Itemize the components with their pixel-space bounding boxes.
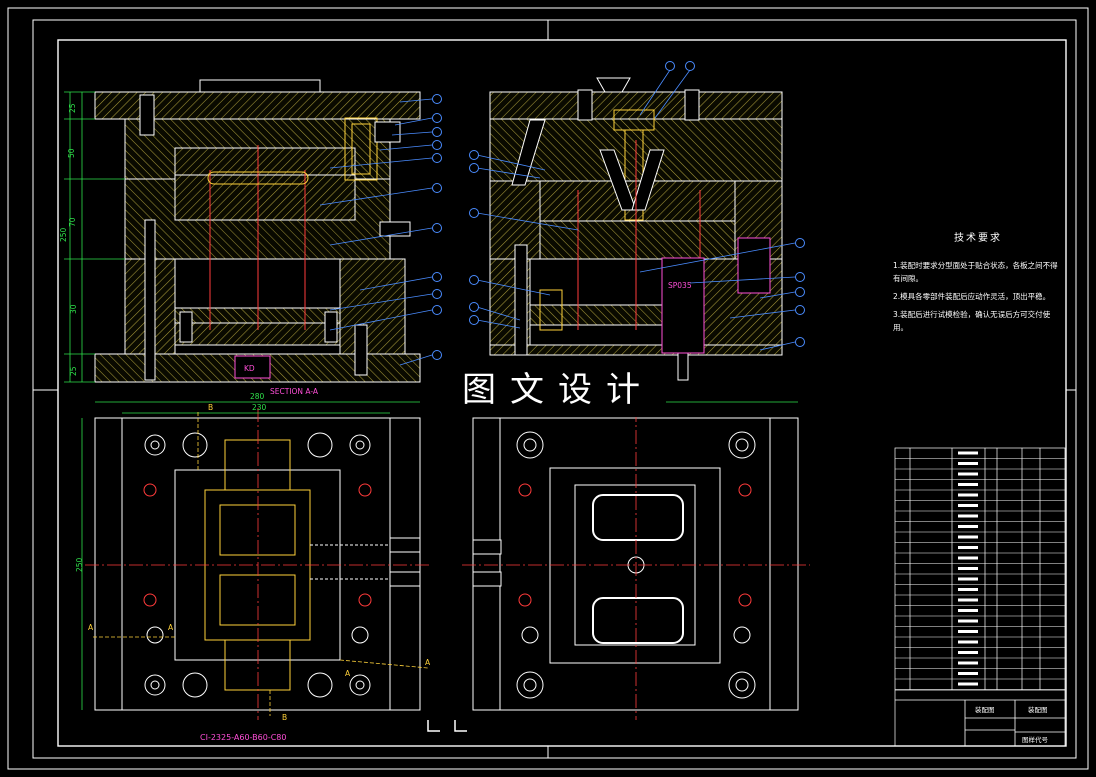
note-item-2: 2.模具各零部件装配后应动作灵活，顶出平稳。: [893, 292, 1051, 301]
bom-cell-mark: [958, 567, 978, 570]
title-block-left: 装配图: [975, 705, 995, 714]
technical-requirements: 技术要求 1.装配时要求分型面处于贴合状态，各板之间不得有间隙。 2.模具各零部…: [893, 232, 1063, 339]
left-plan-view: [81, 401, 430, 720]
bom-cell-mark: [958, 493, 978, 497]
bom-cell-mark: [958, 682, 978, 686]
section-mark-b1: B: [208, 403, 213, 412]
dim-height-25b: 25: [69, 366, 78, 376]
right-plan-view: [462, 401, 810, 720]
bom-cell-mark: [958, 472, 978, 476]
right-section-view: [469, 61, 805, 381]
bom-cell-mark: [958, 609, 978, 612]
dim-width-outer: 280: [250, 392, 265, 401]
bom-cell-mark: [958, 546, 978, 549]
notes-title: 技术要求: [954, 233, 1002, 244]
sp-label: SP035: [668, 281, 692, 290]
bom-cell-mark: [958, 619, 978, 623]
dim-total-height: 250: [59, 227, 68, 242]
dim-height-70: 70: [68, 217, 77, 227]
kd-label: KD: [244, 364, 255, 373]
section-mark-a4: A: [345, 669, 351, 678]
bom-cell-mark: [958, 640, 978, 644]
note-item-3: 3.装配后进行试模检验，确认无误后方可交付使用。: [893, 310, 1051, 332]
dim-plan-height: 250: [75, 557, 84, 572]
bom-cell-mark: [958, 535, 978, 539]
dim-height-30: 30: [69, 304, 78, 314]
watermark-banner: 图文设计: [450, 363, 666, 417]
section-label: SECTION A-A: [270, 387, 319, 396]
title-block-right: 装配图: [1028, 705, 1048, 714]
bom-cell-mark: [958, 588, 978, 591]
bom-cell-mark: [958, 556, 978, 560]
bom-cell-mark: [958, 483, 978, 486]
left-section-view: [64, 79, 442, 383]
bom-cell-mark: [958, 661, 978, 665]
bom-rows: [895, 451, 1065, 690]
bom-cell-mark: [958, 525, 978, 528]
section-mark-b2: B: [282, 713, 287, 722]
bom-cell-mark: [958, 514, 978, 518]
section-mark-a2: A: [168, 623, 174, 632]
bom-cell-mark: [958, 651, 978, 654]
dim-width-inner: 230: [252, 403, 267, 412]
note-item-1: 1.装配时要求分型面处于贴合状态，各板之间不得有间隙。: [893, 261, 1058, 283]
bom-table: [894, 447, 1066, 747]
bom-cell-mark: [958, 598, 978, 602]
section-mark-a3: A: [425, 658, 431, 667]
bom-cell-mark: [958, 577, 978, 581]
title-block-code: 图样代号: [1022, 735, 1049, 744]
dim-height-50: 50: [67, 148, 76, 158]
standard-code: CI-2325-A60-B60-C80: [200, 733, 286, 742]
bom-cell-mark: [958, 451, 978, 455]
view-corner-marks: [427, 720, 467, 732]
bom-cell-mark: [958, 672, 978, 675]
bom-cell-mark: [958, 630, 978, 633]
bom-cell-mark: [958, 504, 978, 507]
section-mark-a1: A: [88, 623, 94, 632]
bom-cell-mark: [958, 462, 978, 465]
dim-height-25a: 25: [68, 103, 77, 113]
